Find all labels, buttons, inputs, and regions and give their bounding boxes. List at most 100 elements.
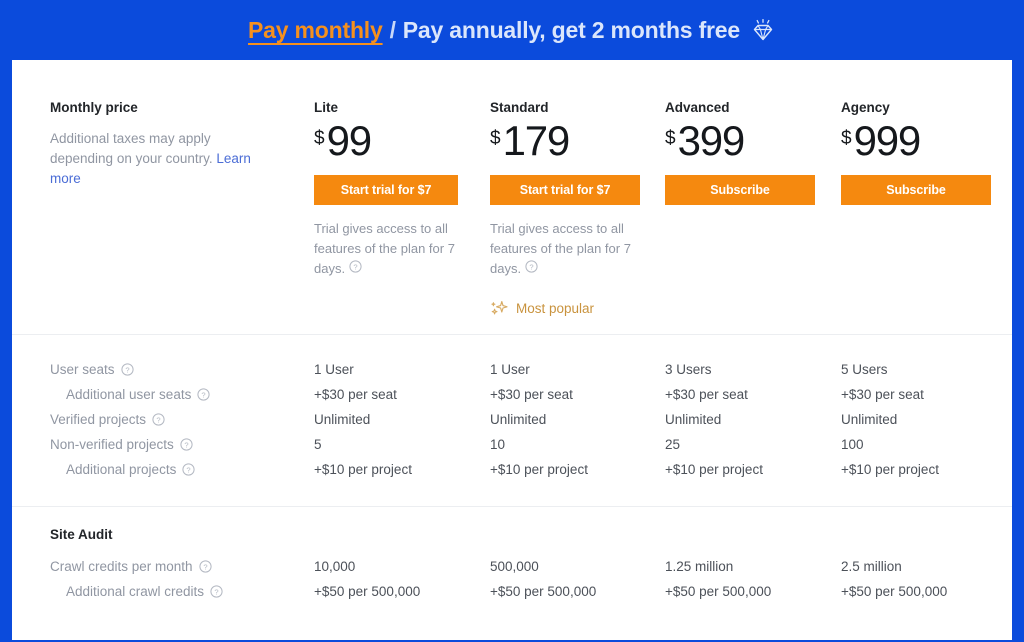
currency-symbol: $ bbox=[314, 128, 325, 149]
site-audit-title: Site Audit bbox=[50, 526, 113, 542]
feature-value: +$10 per project bbox=[841, 461, 939, 477]
feature-value: +$10 per project bbox=[490, 461, 588, 477]
feature-label-row: Additional projects ? bbox=[50, 457, 314, 482]
info-icon[interactable]: ? bbox=[210, 585, 223, 598]
feature-label-text: Additional crawl credits bbox=[66, 583, 205, 599]
start-trial-button[interactable]: Start trial for $7 bbox=[490, 174, 640, 205]
plan-column-advanced: Advanced $ 399 Subscribe bbox=[665, 100, 841, 318]
feature-value: 10 bbox=[490, 436, 506, 452]
plan-column-agency: Agency $ 999 Subscribe bbox=[841, 100, 1010, 318]
feature-label-text: Verified projects bbox=[50, 411, 147, 427]
trial-note: Trial gives access to all features of th… bbox=[490, 219, 642, 279]
svg-text:?: ? bbox=[184, 440, 188, 449]
info-icon[interactable]: ? bbox=[152, 413, 165, 426]
site-audit-section: Site Audit Crawl credits per month ? Add… bbox=[12, 507, 1012, 604]
feature-value: 2.5 million bbox=[841, 558, 902, 574]
pricing-header-section: Monthly price Additional taxes may apply… bbox=[12, 60, 1012, 334]
svg-text:?: ? bbox=[187, 465, 191, 474]
price-amount: 179 bbox=[502, 117, 571, 164]
feature-value: 1 User bbox=[490, 361, 530, 377]
billing-period-banner: Pay monthly / Pay annually, get 2 months… bbox=[0, 0, 1024, 60]
feature-value: 1 User bbox=[314, 361, 354, 377]
svg-text:?: ? bbox=[214, 587, 218, 596]
feature-value: +$30 per seat bbox=[490, 386, 573, 402]
pay-monthly-toggle[interactable]: Pay monthly bbox=[248, 17, 383, 44]
feature-value: Unlimited bbox=[665, 411, 722, 427]
price-amount: 99 bbox=[326, 117, 373, 164]
feature-value: Unlimited bbox=[314, 411, 371, 427]
plan-price: $ 99 bbox=[314, 117, 490, 164]
currency-symbol: $ bbox=[490, 128, 501, 149]
feature-value: Unlimited bbox=[490, 411, 547, 427]
svg-text:?: ? bbox=[202, 390, 206, 399]
site-audit-values-standard: 500,000 +$50 per 500,000 bbox=[490, 554, 665, 604]
trial-note-text: Trial gives access to all features of th… bbox=[314, 220, 455, 276]
feature-label-row: Additional user seats ? bbox=[50, 382, 314, 407]
subscribe-button[interactable]: Subscribe bbox=[841, 174, 991, 205]
pricing-label-column: Monthly price Additional taxes may apply… bbox=[50, 100, 314, 318]
diamond-icon bbox=[750, 18, 776, 44]
feature-values-lite: 1 User +$30 per seat Unlimited 5 +$10 pe… bbox=[314, 357, 490, 482]
site-audit-values-agency: 2.5 million +$50 per 500,000 bbox=[841, 554, 1010, 604]
plan-price: $ 399 bbox=[665, 117, 841, 164]
feature-value: +$30 per seat bbox=[665, 386, 748, 402]
feature-value: Unlimited bbox=[841, 411, 898, 427]
info-icon[interactable]: ? bbox=[120, 363, 134, 376]
pay-annually-toggle[interactable]: Pay annually, get 2 months free bbox=[403, 17, 740, 44]
feature-label-text: Non-verified projects bbox=[50, 436, 174, 452]
feature-value: 3 Users bbox=[665, 361, 712, 377]
svg-text:?: ? bbox=[203, 562, 207, 571]
feature-label-row: Additional crawl credits ? bbox=[50, 579, 314, 604]
start-trial-button[interactable]: Start trial for $7 bbox=[314, 174, 458, 205]
info-icon[interactable]: ? bbox=[197, 388, 210, 401]
site-audit-labels-column: Crawl credits per month ? Additional cra… bbox=[50, 554, 314, 604]
feature-value: +$10 per project bbox=[665, 461, 763, 477]
feature-value: 10,000 bbox=[314, 558, 356, 574]
banner-separator: / bbox=[389, 16, 396, 43]
plan-column-standard: Standard $ 179 Start trial for $7 Trial … bbox=[490, 100, 665, 318]
svg-text:?: ? bbox=[529, 262, 533, 271]
trial-note-text: Trial gives access to all features of th… bbox=[490, 220, 631, 276]
svg-text:?: ? bbox=[156, 415, 160, 424]
features-section: User seats ? Additional user seats ? Ver… bbox=[12, 335, 1012, 506]
feature-label-row: User seats ? bbox=[50, 357, 314, 382]
currency-symbol: $ bbox=[841, 128, 852, 149]
feature-labels-column: User seats ? Additional user seats ? Ver… bbox=[50, 357, 314, 482]
plan-price: $ 999 bbox=[841, 117, 1010, 164]
feature-value: +$50 per 500,000 bbox=[490, 583, 597, 599]
feature-values-agency: 5 Users +$30 per seat Unlimited 100 +$10… bbox=[841, 357, 1010, 482]
info-icon[interactable]: ? bbox=[198, 560, 212, 573]
info-icon[interactable]: ? bbox=[182, 463, 195, 476]
feature-values-standard: 1 User +$30 per seat Unlimited 10 +$10 p… bbox=[490, 357, 665, 482]
currency-symbol: $ bbox=[665, 128, 676, 149]
price-amount: 999 bbox=[853, 117, 922, 164]
feature-value: +$30 per seat bbox=[841, 386, 924, 402]
feature-value: +$50 per 500,000 bbox=[314, 583, 421, 599]
subscribe-button[interactable]: Subscribe bbox=[665, 174, 815, 205]
site-audit-values-lite: 10,000 +$50 per 500,000 bbox=[314, 554, 490, 604]
tax-disclaimer-text: Additional taxes may apply depending on … bbox=[50, 131, 217, 166]
feature-value: +$30 per seat bbox=[314, 386, 397, 402]
feature-value: 500,000 bbox=[490, 558, 539, 574]
feature-value: +$10 per project bbox=[314, 461, 412, 477]
plan-name: Lite bbox=[314, 100, 339, 115]
trial-note: Trial gives access to all features of th… bbox=[314, 219, 466, 279]
feature-label-row: Crawl credits per month ? bbox=[50, 554, 314, 579]
plan-name: Agency bbox=[841, 100, 890, 115]
tax-disclaimer: Additional taxes may apply depending on … bbox=[50, 129, 266, 189]
feature-label-text: Additional projects bbox=[66, 461, 177, 477]
svg-text:?: ? bbox=[125, 365, 129, 374]
feature-value: +$50 per 500,000 bbox=[665, 583, 772, 599]
plan-column-lite: Lite $ 99 Start trial for $7 Trial gives… bbox=[314, 100, 490, 318]
feature-values-advanced: 3 Users +$30 per seat Unlimited 25 +$10 … bbox=[665, 357, 841, 482]
feature-label-text: User seats bbox=[50, 361, 115, 377]
info-icon[interactable]: ? bbox=[349, 260, 362, 273]
feature-label-text: Additional user seats bbox=[66, 386, 192, 402]
feature-label-row: Verified projects ? bbox=[50, 407, 314, 432]
most-popular-badge: Most popular bbox=[490, 299, 665, 318]
feature-value: +$50 per 500,000 bbox=[841, 583, 948, 599]
info-icon[interactable]: ? bbox=[180, 438, 193, 451]
info-icon[interactable]: ? bbox=[525, 260, 538, 273]
site-audit-values-advanced: 1.25 million +$50 per 500,000 bbox=[665, 554, 841, 604]
price-amount: 399 bbox=[677, 117, 746, 164]
